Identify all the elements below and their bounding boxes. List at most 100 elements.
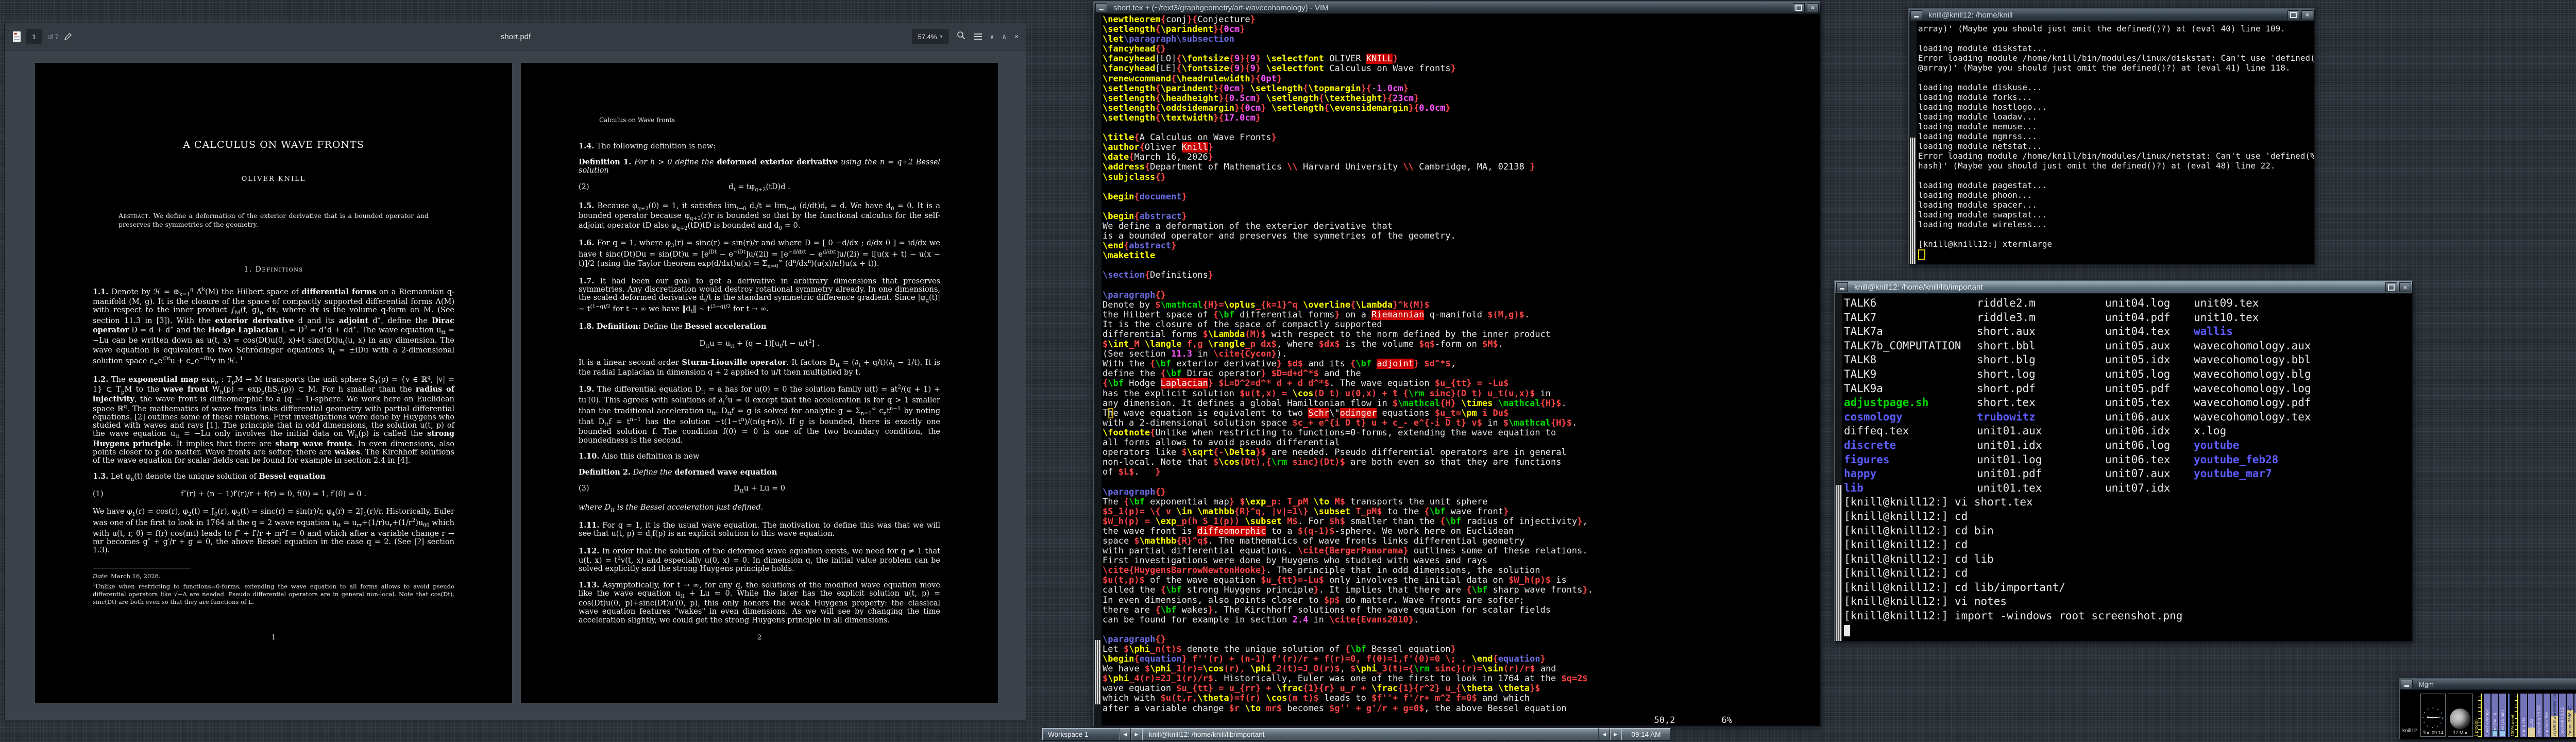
- disk-axis: 100% used: [2512, 694, 2518, 737]
- file-name: cosmology: [1844, 410, 1977, 425]
- iconify-button[interactable]: [1836, 282, 1848, 292]
- maximize-button[interactable]: [2287, 10, 2299, 20]
- file-name: unit05.idx: [2105, 353, 2194, 367]
- vim-line: \setlength{\oddsidemargin}{0cm} \setleng…: [1103, 104, 1820, 113]
- file-name: unit09.tex: [2194, 296, 2259, 311]
- maximize-button[interactable]: [1793, 3, 1805, 13]
- file-name: discrete: [1844, 439, 1977, 453]
- taskbar-right-arrow-2[interactable]: ▶: [1610, 728, 1621, 740]
- paragraph: 1.4. The following definition is new:: [579, 142, 940, 150]
- file-name: TALK7a: [1844, 325, 1977, 339]
- terminal-home-text[interactable]: array)' (Maybe you should just omit the …: [1918, 24, 2314, 264]
- paragraph: 1.3. Let φn(t) denote the unique solutio…: [93, 473, 454, 482]
- vim-line: First investigations were done by Huygen…: [1103, 556, 1820, 566]
- file-name: wavecohomology.aux: [2194, 339, 2311, 353]
- file-name: unit06.aux: [2105, 410, 2194, 425]
- vim-text[interactable]: \newtheorem{conj}{Conjecture}\setlength{…: [1103, 15, 1820, 714]
- moon-date-label: 17 Mar: [2453, 730, 2467, 735]
- analog-clock: Tue 09 14: [2420, 694, 2446, 737]
- scrollbar-thumb[interactable]: [1910, 138, 1916, 264]
- window-close-icon[interactable]: ×: [1014, 33, 1019, 41]
- file-name: unit07.aux: [2105, 467, 2194, 481]
- vim-line: \subjclass{}: [1103, 173, 1820, 182]
- vim-line: can be found for example in section 2.4 …: [1103, 615, 1820, 625]
- prompt-line: [knill@knill12:] cd lib: [1844, 552, 2412, 567]
- hostname-label: knill12: [2402, 728, 2417, 734]
- window-minimize-icon[interactable]: ∨: [990, 33, 994, 41]
- file-name: wavecohomology.tex: [2194, 410, 2311, 425]
- terminal-line: [knill@knill12:] xtermlarge: [1918, 239, 2314, 249]
- vim-line: which with $u(t,r,\theta)=f(r) \cos(m t)…: [1103, 694, 1820, 703]
- vim-titlebar[interactable]: short.tex + (~/text3/graphgeometry/art-w…: [1094, 2, 1820, 14]
- paragraph: 1.11. For q = 1, it is the usual wave eq…: [579, 521, 940, 540]
- taskbar-right-arrow[interactable]: ▶: [1131, 728, 1142, 740]
- paragraph: 1.7. It had been our goal to get a deriv…: [579, 277, 940, 315]
- scrollbar[interactable]: [1909, 21, 1917, 264]
- file-row: TALK9ashort.pdfunit05.pdfwavecohomology.…: [1844, 382, 2412, 396]
- terminal-line: loading module spacer...: [1918, 200, 2314, 210]
- file-name: short.tex: [1977, 396, 2105, 410]
- disk-bar: /run 6.1G: [2520, 694, 2527, 737]
- file-name: unit01.idx: [1977, 439, 2105, 453]
- scrollbar-thumb[interactable]: [1095, 640, 1101, 704]
- menu-icon[interactable]: [974, 33, 982, 40]
- terminal-important-text[interactable]: TALK6riddle2.munit04.logunit09.texTALK7r…: [1844, 296, 2412, 641]
- window-maximize-icon[interactable]: ∧: [1002, 33, 1006, 41]
- taskbar-left-arrow-2[interactable]: ◀: [1599, 728, 1610, 740]
- mgm-monitor-window: Mgm × knill12 Tue 09 14 17 Mar 1 proc(s)…: [2399, 678, 2576, 740]
- maximize-button[interactable]: [2385, 282, 2397, 292]
- mgm-titlebar[interactable]: Mgm ×: [2400, 679, 2576, 690]
- vim-line: \date{March 16, 2026}: [1103, 153, 1820, 162]
- file-name: diffeq.tex: [1844, 424, 1977, 439]
- terminal-home-titlebar[interactable]: knill@knill12: /home/knill ×: [1909, 9, 2314, 21]
- file-row: figuresunit01.logunit06.texyoutube_feb28: [1844, 453, 2412, 467]
- vim-line: \setlength{\parindent}{0cm}: [1103, 25, 1820, 35]
- file-name: wavecohomology.bbl: [2194, 353, 2311, 367]
- scrollbar[interactable]: [1094, 14, 1102, 726]
- prompt-line: [knill@knill12:] import -windows root sc…: [1844, 609, 2412, 623]
- zoom-select[interactable]: 57.4% ▾: [912, 29, 948, 44]
- vim-line: \begin{equation} f''(r) + (n-1) f'(r)/r …: [1103, 654, 1820, 664]
- vim-line: the wave front is diffeomorphic to a $(q…: [1103, 527, 1820, 536]
- scrollbar-thumb[interactable]: [1836, 485, 1842, 641]
- file-name: wavecohomology.log: [2194, 382, 2311, 396]
- file-name: TALK8: [1844, 353, 1977, 367]
- maximize-icon: [2290, 12, 2297, 18]
- close-button[interactable]: ×: [1807, 3, 1819, 13]
- task-button[interactable]: knill@knill12: /home/knill/lib/important: [1142, 728, 1599, 740]
- vim-line: after a variable change $r \to mr$ becom…: [1103, 704, 1820, 714]
- vim-line: [1103, 182, 1820, 192]
- terminal-important-title: knill@knill12: /home/knill/lib/important: [1850, 283, 1987, 292]
- file-name: figures: [1844, 453, 1977, 467]
- equation: (2)dt = tφq+2(tD)d .: [579, 183, 940, 193]
- sidebar-thumbnail-icon[interactable]: [13, 31, 21, 42]
- page-number-input[interactable]: 1: [26, 29, 42, 44]
- terminal-important-titlebar[interactable]: knill@knill12: /home/knill/lib/important…: [1835, 281, 2412, 294]
- taskbar-left-arrow[interactable]: ◀: [1120, 728, 1131, 740]
- search-icon[interactable]: [957, 31, 965, 42]
- close-button[interactable]: ×: [2399, 282, 2411, 292]
- moon-icon: [2450, 709, 2470, 729]
- pdf-header-bar: 1 of 7 short.pdf 57.4% ▾ ∨ ∧ ×: [5, 23, 1026, 50]
- vim-line: \fancyhead[LE]{\fontsize{9}{9} \selectfo…: [1103, 64, 1820, 74]
- file-name: TALK9: [1844, 367, 1977, 382]
- paragraph: 1.13. Asymptotically, for t → ∞, for any…: [579, 581, 940, 625]
- definition: Definition 2. Define the deformed wave e…: [579, 468, 940, 477]
- vim-line: \author{Oliver Knill}: [1103, 143, 1820, 153]
- vim-line: $\int_M \langle f,g \rangle_p dx$, where…: [1103, 340, 1820, 349]
- vim-line: We define a deformation of the exterior …: [1103, 222, 1820, 231]
- iconify-button[interactable]: [1910, 10, 1922, 20]
- file-row: adjustpage.shshort.texunit05.texwavecoho…: [1844, 396, 2412, 410]
- close-button[interactable]: ×: [2301, 10, 2313, 20]
- workspace-button[interactable]: Workspace 1: [1042, 728, 1120, 740]
- annotate-icon[interactable]: [64, 32, 72, 41]
- terminal-line: hash)' (Maybe you should just omit the d…: [1918, 161, 2314, 171]
- scrollbar[interactable]: [1835, 294, 1843, 641]
- iconify-button[interactable]: [1095, 3, 1107, 13]
- terminal-line: [1918, 229, 2314, 239]
- file-row: diffeq.texunit01.auxunit06.idxx.log: [1844, 424, 2412, 439]
- load-bar: Load (15min): [2499, 694, 2506, 737]
- iconify-button[interactable]: [2401, 680, 2413, 689]
- file-name: youtube: [2194, 439, 2240, 453]
- pdf-document-area[interactable]: A CALCULUS ON WAVE FRONTSOLIVER KNILLAbs…: [5, 50, 1026, 720]
